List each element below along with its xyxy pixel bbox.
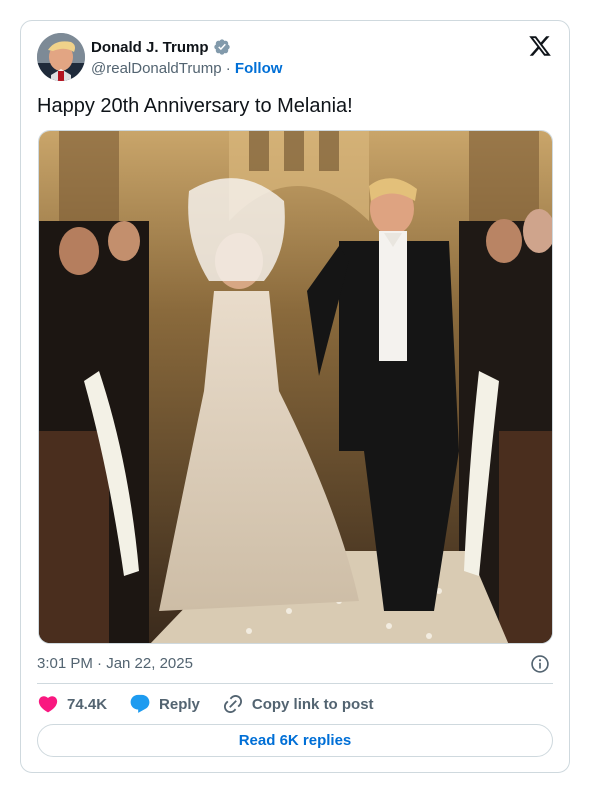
link-icon [223,694,242,714]
tweet-timestamp[interactable]: 3:01 PM · Jan 22, 2025 [37,655,193,672]
wedding-photo-image [39,131,552,643]
handle-separator: · [225,60,231,77]
copy-link-button[interactable]: Copy link to post [222,693,374,715]
like-button[interactable]: 74.4K [37,693,107,715]
tweet-text: Happy 20th Anniversary to Melania! [37,95,353,117]
embedded-tweet-card: Donald J. Trump @realDonaldTrump · Follo… [20,20,570,773]
tweet-actions: 74.4K Reply Copy link to post [37,694,396,714]
read-replies-button[interactable]: Read 6K replies [37,724,553,757]
author-name[interactable]: Donald J. Trump [91,39,209,56]
tweet-photo[interactable] [38,130,553,644]
verified-badge-icon [213,39,230,55]
heart-icon [38,696,58,713]
author-handle-row: @realDonaldTrump · Follow [91,60,282,77]
author-handle[interactable]: @realDonaldTrump [91,60,222,77]
reply-bubble-icon [130,694,150,713]
reply-button[interactable]: Reply [129,693,200,715]
like-count: 74.4K [67,695,108,713]
info-icon[interactable] [530,654,550,674]
avatar-portrait [37,33,85,81]
author-name-row: Donald J. Trump [91,38,231,56]
follow-link[interactable]: Follow [235,60,283,77]
x-logo-icon[interactable] [528,34,552,58]
divider [37,683,553,684]
reply-label: Reply [159,695,200,713]
copy-link-label: Copy link to post [251,695,374,713]
author-avatar[interactable] [37,33,85,81]
